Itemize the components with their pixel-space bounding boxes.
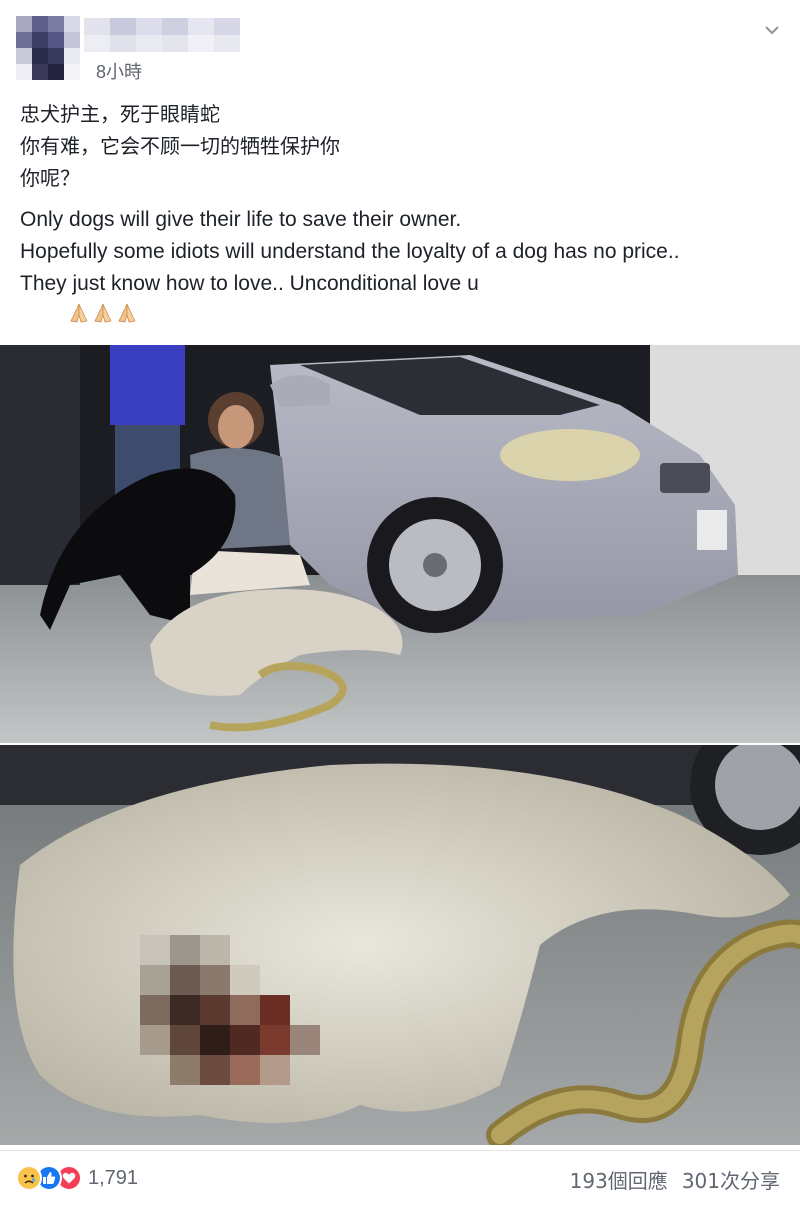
shares-count-link[interactable]: 301次分享 bbox=[682, 1165, 780, 1194]
avatar[interactable] bbox=[16, 16, 80, 80]
engagement-stats: 193個回應 301次分享 bbox=[570, 1165, 780, 1194]
sad-reaction-icon bbox=[16, 1165, 42, 1191]
post-line: 你有难，它会不顾一切的牺牲保护你 bbox=[20, 134, 340, 158]
reaction-summary[interactable]: 1,791 bbox=[16, 1165, 138, 1191]
post-line: Only dogs will give their life to save t… bbox=[20, 208, 462, 231]
folded-hands-icon bbox=[70, 303, 88, 323]
author-name-blurred[interactable] bbox=[84, 18, 240, 52]
folded-hands-icon bbox=[118, 303, 136, 323]
post-footer: 1,791 193個回應 301次分享 bbox=[0, 1150, 800, 1206]
post-body: 忠犬护主，死于眼睛蛇 你有难，它会不顾一切的牺牲保护你 你呢？ Only dog… bbox=[20, 98, 780, 364]
post-text-english: Only dogs will give their life to save t… bbox=[20, 204, 780, 364]
post-text-chinese: 忠犬护主，死于眼睛蛇 你有难，它会不顾一切的牺牲保护你 你呢？ bbox=[20, 98, 780, 194]
facebook-post: 8小時 忠犬护主，死于眼睛蛇 你有难，它会不顾一切的牺牲保护你 你呢？ Only… bbox=[0, 0, 800, 1206]
post-line-text: They just know how to love.. Uncondition… bbox=[20, 272, 479, 295]
post-line: 忠犬护主，死于眼睛蛇 bbox=[20, 102, 220, 126]
post-line: Hopefully some idiots will understand th… bbox=[20, 240, 680, 263]
post-photo-2[interactable] bbox=[0, 745, 800, 1145]
reaction-count: 1,791 bbox=[88, 1166, 139, 1189]
post-header: 8小時 bbox=[0, 0, 800, 90]
comments-count-link[interactable]: 193個回應 bbox=[570, 1165, 668, 1194]
folded-hands-icon bbox=[94, 303, 112, 323]
chevron-down-icon[interactable] bbox=[762, 20, 782, 40]
post-timestamp[interactable]: 8小時 bbox=[96, 58, 142, 84]
post-photo-1[interactable] bbox=[0, 345, 800, 743]
post-line: 你呢？ bbox=[20, 166, 80, 190]
